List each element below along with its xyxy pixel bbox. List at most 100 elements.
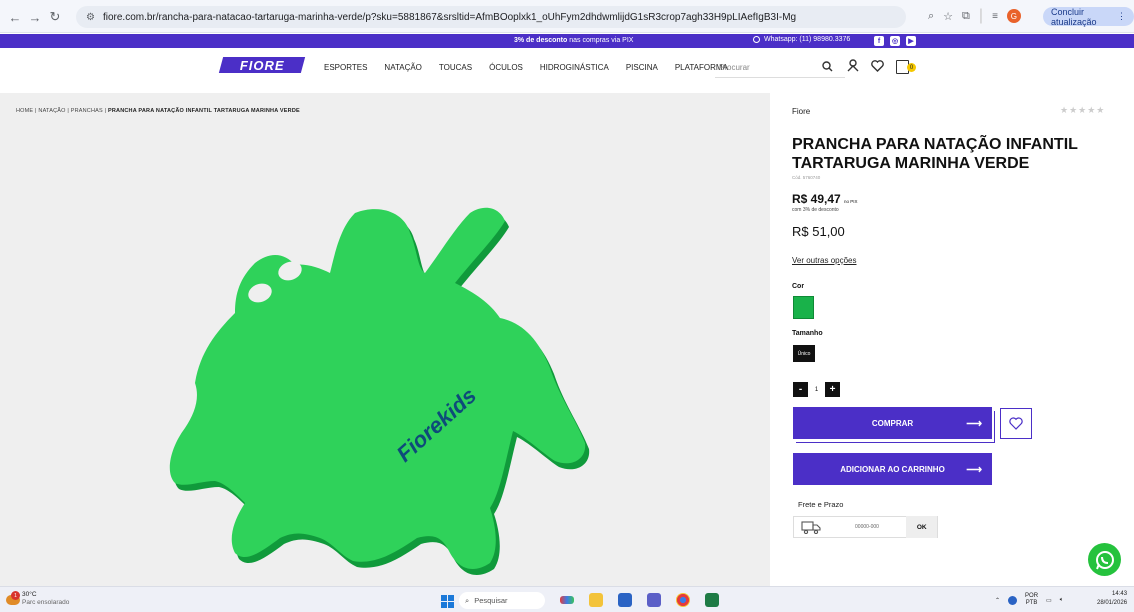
main-menu: ESPORTES NATAÇÃO TOUCAS ÓCULOS HIDROGINÁ… [324,63,745,72]
address-bar[interactable]: ⚙ fiore.com.br/rancha-para-natacao-tarta… [76,6,906,28]
weather-desc: Parc ensolarado [22,599,70,606]
breadcrumb-current: PRANCHA PARA NATAÇÃO INFANTIL TARTARUGA … [107,108,300,114]
product-title: PRANCHA PARA NATAÇÃO INFANTIL TARTARUGA … [792,136,1078,172]
menu-item-hidroginastica[interactable]: HIDROGINÁSTICA [540,63,609,72]
menu-item-natacao[interactable]: NATAÇÃO [384,63,421,72]
profile-avatar[interactable]: G [1006,9,1021,23]
youtube-icon[interactable]: ▶ [906,36,916,46]
user-icon[interactable] [847,59,859,75]
product-sku: Cód. 5760740 [792,175,821,180]
instagram-icon[interactable]: ◎ [890,36,900,46]
heart-icon [1009,417,1023,430]
size-label: Tamanho [792,330,823,337]
qty-minus-button[interactable]: - [793,382,808,397]
add-to-cart-button[interactable]: ADICIONAR AO CARRINHO ⟶ [793,453,992,485]
chevron-up-icon[interactable]: ⌃ [995,597,1000,604]
lang-sub: PTB [1025,600,1038,606]
rating-stars[interactable]: ★★★★★ [1060,105,1105,116]
file-explorer-icon[interactable] [589,593,603,607]
qty-value[interactable]: 1 [808,382,825,397]
promo-text: 3% de desconto nas compras via PIX [514,37,633,44]
price-pix-value: R$ 49,47 [792,192,841,206]
chrome-icon[interactable] [676,593,690,607]
lang-code: POR [1025,593,1039,599]
promo-rest: nas compras via PIX [567,37,634,44]
breadcrumb: HOME | NATAÇÃO | PRANCHAS | PRANCHA PARA… [16,108,300,114]
zoom-icon[interactable]: ⌕ [928,10,934,23]
menu-item-toucas[interactable]: TOUCAS [439,63,472,72]
menu-item-esportes[interactable]: ESPORTES [324,63,367,72]
breadcrumb-home[interactable]: HOME [16,108,33,114]
cart-count-badge: 0 [907,63,916,72]
buy-label: COMPRAR [871,418,914,428]
clock-time: 14:43 [1112,591,1128,597]
qty-plus-button[interactable]: + [825,382,840,397]
menu-item-piscina[interactable]: PISCINA [626,63,658,72]
logo-text: FIORE [239,57,285,73]
weather-widget[interactable]: 30°C Parc ensolarado [22,591,69,607]
excel-icon[interactable] [705,593,719,607]
teams-icon[interactable] [647,593,661,607]
breadcrumb-sep: | [104,108,107,114]
header-icons: 0 [847,59,916,75]
arrow-right-icon: ⟶ [966,417,982,430]
extensions-icon[interactable]: ⧉ [962,10,970,23]
product-brand[interactable]: Fiore [792,107,810,116]
weather-badge: 1 [11,591,20,600]
product-gallery: HOME | NATAÇÃO | PRANCHAS | PRANCHA PARA… [0,93,770,586]
color-label: Cor [792,283,805,290]
update-label: Concluir atualização [1051,6,1097,27]
breadcrumb-pranchas[interactable]: PRANCHAS [71,108,103,114]
breadcrumb-sep: | [35,108,37,114]
search-icon: ⌕ [465,595,470,605]
reading-list-icon[interactable]: ≡ [992,11,998,22]
bookmark-star-icon[interactable]: ☆ [943,10,953,23]
people-app-icon[interactable] [560,596,574,604]
size-option-unico[interactable]: Único [793,345,815,362]
cart-bag-icon[interactable]: 0 [896,60,916,74]
site-info-icon[interactable]: ⚙ [86,12,95,23]
system-tray: ⌃ POR PTB ▭ 🔈︎ [995,593,1063,607]
volume-icon[interactable]: 🔈︎ [1060,597,1064,604]
whatsapp-icon [1095,550,1114,569]
monitor-icon[interactable]: ▭ [1046,597,1052,604]
promo-whatsapp[interactable]: Whatsapp: (11) 98980.3376 [753,36,850,43]
quantity-stepper: - 1 + [793,382,840,397]
other-options-link[interactable]: Ver outras opções [792,256,856,265]
language-indicator[interactable]: POR PTB [1025,593,1038,607]
pix-discount-note: com 3% de desconto [792,207,839,213]
taskbar-apps [560,593,719,607]
forward-icon[interactable]: → [26,8,44,26]
color-swatch-green[interactable] [793,296,814,319]
add-cart-label: ADICIONAR AO CARRINHO [840,464,945,474]
cep-ok-button[interactable]: OK [906,516,937,538]
word-icon[interactable] [618,593,632,607]
tray-app-icon[interactable] [1008,595,1018,605]
whatsapp-number: Whatsapp: (11) 98980.3376 [764,36,851,43]
breadcrumb-natacao[interactable]: NATAÇÃO [38,108,65,114]
clock-date: 28/01/2026 [1097,600,1128,606]
taskbar-clock[interactable]: 14:43 28/01/2026 [1097,590,1127,608]
product-image[interactable]: Fiorekids [155,193,605,593]
update-button[interactable]: Concluir atualização ⋮ [1043,6,1134,27]
taskbar-search[interactable]: ⌕ Pesquisar [459,592,545,609]
breadcrumb-sep: | [67,108,69,114]
search-icon[interactable] [822,61,833,75]
whatsapp-chat-button[interactable] [1088,543,1121,576]
cep-input[interactable]: 00000-000 [828,524,907,530]
back-icon[interactable]: ← [6,8,24,26]
fiore-logo[interactable]: FIORE [218,57,306,73]
promo-bar: 3% de desconto nas compras via PIX Whats… [0,34,1134,48]
buy-button[interactable]: COMPRAR ⟶ [793,407,992,439]
browser-actions: ⌕ ☆ ⧉ | ≡ G [928,7,1021,25]
shipping-calculator: 00000-000 OK [793,516,938,538]
reload-icon[interactable]: ↻ [46,8,64,26]
wishlist-heart-icon[interactable] [871,59,884,75]
menu-item-oculos[interactable]: ÓCULOS [489,63,523,72]
facebook-icon[interactable]: f [874,36,884,46]
weather-temp: 30°C [22,591,37,598]
add-wishlist-button[interactable] [1000,408,1032,439]
truck-icon [794,520,828,534]
price-regular: R$ 51,00 [792,224,845,239]
windows-start-icon[interactable] [441,595,454,608]
